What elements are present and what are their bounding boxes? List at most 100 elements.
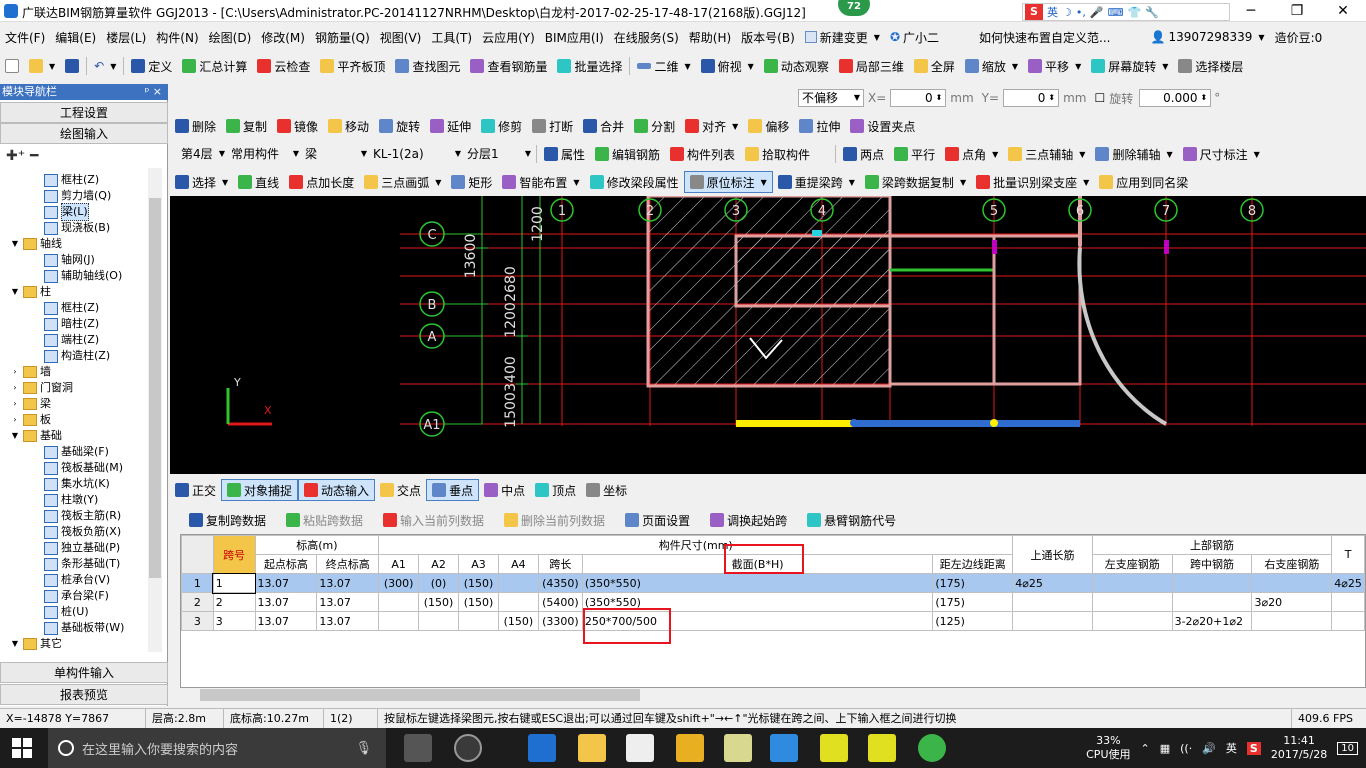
- expand-arrow-icon[interactable]: ›: [10, 380, 20, 396]
- expand-arrow-icon[interactable]: ›: [10, 364, 20, 380]
- close-button[interactable]: ✕: [1320, 0, 1366, 22]
- tb4-button-2[interactable]: 点加长度: [284, 171, 359, 193]
- tb2-button-0[interactable]: 删除: [170, 115, 221, 137]
- tree-node-8[interactable]: 框柱(Z): [44, 300, 99, 316]
- tb4-button-9[interactable]: 梁跨数据复制 ▼: [860, 171, 971, 193]
- tb2-button-6[interactable]: 修剪: [476, 115, 527, 137]
- tb2-button-4[interactable]: 旋转: [374, 115, 425, 137]
- cell-end[interactable]: 13.07: [316, 573, 380, 593]
- tb2-button-12[interactable]: 拉伸: [794, 115, 845, 137]
- cell-end[interactable]: 13.07: [316, 592, 380, 612]
- cell-len[interactable]: (3300): [537, 611, 583, 631]
- tree-node-4[interactable]: ▼ 轴线: [10, 236, 62, 252]
- view-mode-select[interactable]: 二维 ▼: [632, 55, 695, 77]
- tree-node-0[interactable]: 框柱(Z): [44, 172, 99, 188]
- cell-dist[interactable]: (175): [932, 592, 1014, 612]
- tb1tool-button-0[interactable]: 俯视 ▼: [696, 55, 759, 77]
- clock[interactable]: 11:41 2017/5/28: [1271, 734, 1327, 762]
- tb1tool-button-6[interactable]: 屏幕旋转 ▼: [1086, 55, 1173, 77]
- tree-scroll-thumb[interactable]: [149, 198, 161, 578]
- cell-a1[interactable]: [378, 592, 420, 612]
- rotate-checkbox[interactable]: ☐: [1094, 91, 1105, 105]
- tree-node-1[interactable]: 剪力墙(Q): [44, 188, 111, 204]
- member-select[interactable]: KL-1(2a) ▼: [370, 145, 464, 163]
- tb1tool-button-5[interactable]: 平移 ▼: [1023, 55, 1086, 77]
- expand-arrow-icon[interactable]: ›: [10, 396, 20, 412]
- cell-left[interactable]: [1091, 611, 1173, 631]
- assistant-menu[interactable]: ✪ 广小二: [885, 29, 944, 46]
- tb4-button-6[interactable]: 修改梁段属性: [585, 171, 684, 193]
- menu-item-1[interactable]: 编辑(E): [50, 29, 101, 46]
- task-view-icon[interactable]: [404, 734, 432, 762]
- new-change-menu[interactable]: 新建变更 ▼: [800, 29, 885, 46]
- tb1tool-button-7[interactable]: 选择楼层: [1173, 55, 1248, 77]
- tree-node-5[interactable]: 轴网(J): [44, 252, 95, 268]
- tb4-button-1[interactable]: 直线: [233, 171, 284, 193]
- collapse-arrow-icon[interactable]: ▼: [10, 236, 20, 252]
- snap-button-6[interactable]: 顶点: [530, 479, 581, 501]
- tree-node-12[interactable]: › 墙: [10, 364, 51, 380]
- tray-expand-icon[interactable]: ⌃: [1141, 742, 1150, 755]
- tree-node-24[interactable]: 条形基础(T): [44, 556, 120, 572]
- document-app-icon[interactable]: [724, 734, 752, 762]
- tb3-button-1[interactable]: 编辑钢筋: [590, 143, 665, 165]
- open-file-button[interactable]: ▼: [24, 55, 60, 77]
- tb1-button-0[interactable]: 定义: [126, 55, 177, 77]
- tree-scrollbar[interactable]: [148, 168, 162, 652]
- tb4-button-3[interactable]: 三点画弧 ▼: [359, 171, 446, 193]
- cell-a3[interactable]: (150): [458, 592, 499, 612]
- mic-icon[interactable]: 🎤: [1090, 6, 1104, 19]
- punct-icon[interactable]: •,: [1076, 6, 1086, 19]
- cell-left[interactable]: [1091, 592, 1173, 612]
- tb1tool-button-1[interactable]: 动态观察: [759, 55, 834, 77]
- cell-right[interactable]: 3⌀20: [1251, 592, 1333, 612]
- tb3-button-3[interactable]: 拾取构件: [740, 143, 815, 165]
- network-icon[interactable]: ▦: [1160, 742, 1170, 755]
- help-app-2-icon[interactable]: [868, 734, 896, 762]
- coin-balance[interactable]: 造价豆:0: [1270, 29, 1328, 46]
- cell-mid[interactable]: [1171, 592, 1253, 612]
- tree-node-10[interactable]: 端柱(Z): [44, 332, 99, 348]
- tb4-button-4[interactable]: 矩形: [446, 171, 497, 193]
- layer-select[interactable]: 分层1 ▼: [464, 145, 534, 163]
- menu-item-12[interactable]: 帮助(H): [684, 29, 736, 46]
- category-select[interactable]: 常用构件 ▼: [228, 145, 302, 163]
- moon-icon[interactable]: ☽: [1062, 6, 1072, 19]
- menu-item-3[interactable]: 构件(N): [151, 29, 203, 46]
- tb3-button-2[interactable]: 构件列表: [665, 143, 740, 165]
- cell-len[interactable]: (5400): [537, 592, 583, 612]
- tree-node-25[interactable]: 桩承台(V): [44, 572, 110, 588]
- tb3-button-0[interactable]: 属性: [539, 143, 590, 165]
- report-preview-button[interactable]: 报表预览: [0, 684, 168, 705]
- tree-node-11[interactable]: 构造柱(Z): [44, 348, 110, 364]
- tree-node-6[interactable]: 辅助轴线(O): [44, 268, 122, 284]
- table-row[interactable]: 1 1 13.07 13.07 (300) (0) (150) (4350) (350*550)…: [181, 572, 1365, 594]
- cell-right[interactable]: [1251, 611, 1333, 631]
- tb2-button-2[interactable]: 镜像: [272, 115, 323, 137]
- tb2-button-11[interactable]: 偏移: [743, 115, 794, 137]
- tb1-button-2[interactable]: 云检查: [252, 55, 315, 77]
- snap-button-7[interactable]: 坐标: [581, 479, 632, 501]
- app-spiral-icon[interactable]: [454, 734, 482, 762]
- menu-item-9[interactable]: 云应用(Y): [477, 29, 540, 46]
- wrench-icon[interactable]: 🔧: [1145, 6, 1159, 19]
- cell-start[interactable]: 13.07: [254, 592, 318, 612]
- menu-item-5[interactable]: 修改(M): [256, 29, 310, 46]
- cell-top[interactable]: [1012, 611, 1093, 631]
- tree-node-27[interactable]: 桩(U): [44, 604, 89, 620]
- tree-node-13[interactable]: › 门窗洞: [10, 380, 73, 396]
- edge-browser-icon[interactable]: [528, 734, 556, 762]
- tb2-button-10[interactable]: 对齐 ▼: [680, 115, 743, 137]
- tb4-button-5[interactable]: 智能布置 ▼: [497, 171, 584, 193]
- snap-button-0[interactable]: 正交: [170, 479, 221, 501]
- drawing-canvas[interactable]: 12345678 C B A A1 13600 2680 1200 3400 1500 1200…: [170, 196, 1366, 474]
- gridtool-button-3[interactable]: 删除当前列数据: [499, 509, 610, 531]
- ime-language[interactable]: 英: [1047, 4, 1058, 20]
- cell-dist[interactable]: (175): [932, 573, 1014, 593]
- collapse-arrow-icon[interactable]: ▼: [10, 428, 20, 444]
- tree-node-29[interactable]: ▼ 其它: [10, 636, 62, 652]
- tree-node-7[interactable]: ▼ 柱: [10, 284, 51, 300]
- tb3aux-button-5[interactable]: 尺寸标注 ▼: [1178, 143, 1265, 165]
- tb1tool-button-2[interactable]: 局部三维: [834, 55, 909, 77]
- cpu-meter[interactable]: 33% CPU使用: [1086, 734, 1130, 762]
